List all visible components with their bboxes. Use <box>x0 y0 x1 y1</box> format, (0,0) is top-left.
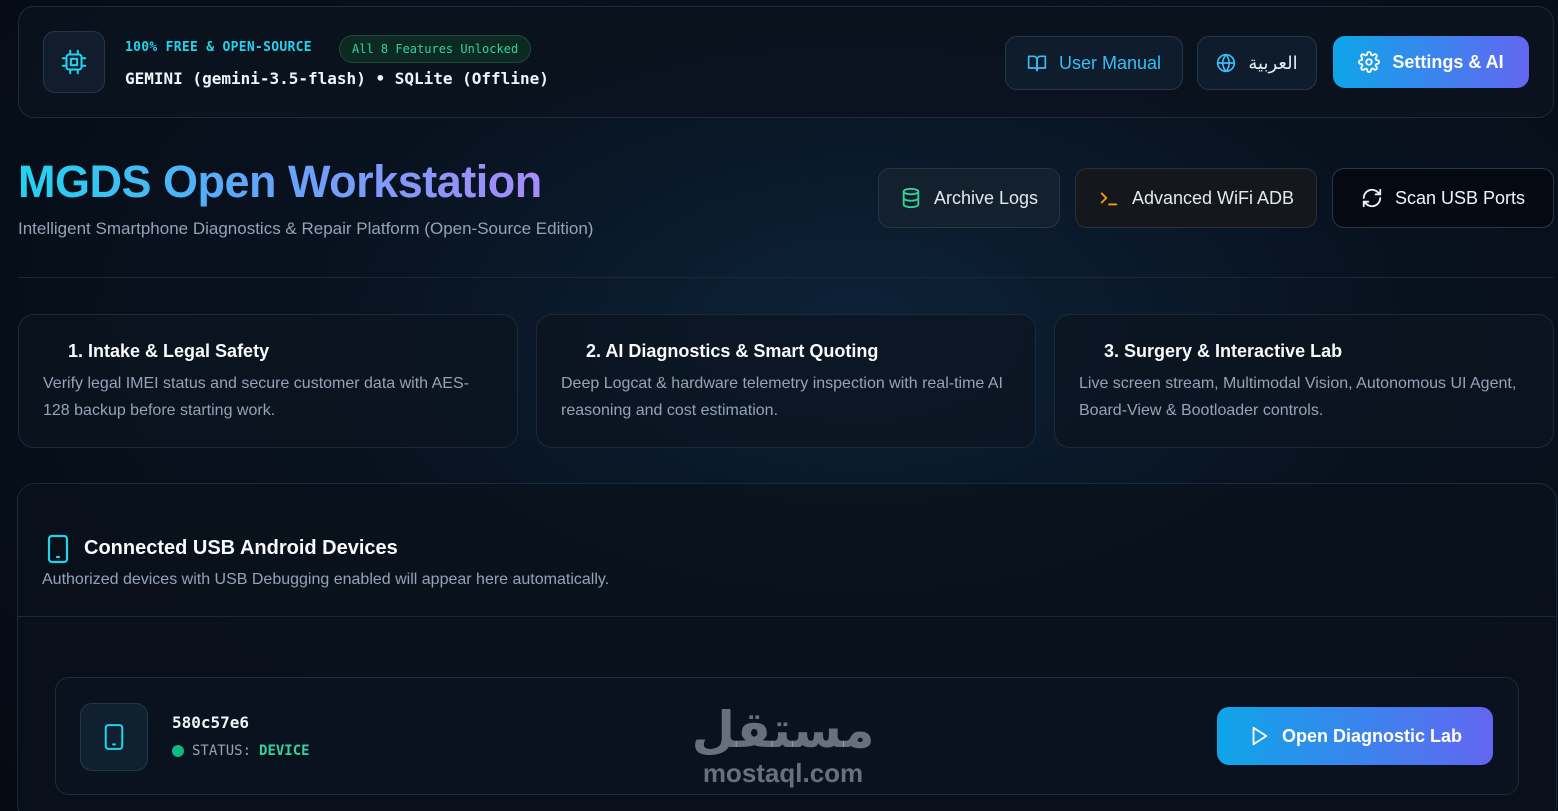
open-diagnostic-lab-button[interactable]: Open Diagnostic Lab <box>1217 707 1493 765</box>
open-source-tagline: 100% FREE & OPEN-SOURCE <box>125 40 312 55</box>
archive-logs-button[interactable]: Archive Logs <box>878 168 1060 228</box>
advanced-wifi-adb-button[interactable]: Advanced WiFi ADB <box>1075 168 1317 228</box>
devices-panel-subtitle: Authorized devices with USB Debugging en… <box>42 571 610 588</box>
devices-panel-title: Connected USB Android Devices <box>84 537 398 559</box>
device-status-label: STATUS: <box>192 743 252 759</box>
settings-ai-button[interactable]: Settings & AI <box>1333 36 1529 88</box>
panel-divider <box>18 616 1556 617</box>
database-icon <box>902 187 920 209</box>
scan-usb-ports-label: Scan USB Ports <box>1394 187 1526 208</box>
user-manual-button[interactable]: User Manual <box>1005 36 1183 90</box>
device-list-item: 580c57e6 STATUS: DEVICE Open Diagnostic … <box>55 677 1519 795</box>
step-card-title: 2. AI Diagnostics & Smart Quoting <box>586 341 879 361</box>
step-card-diagnostics: 2. AI Diagnostics & Smart Quoting Deep L… <box>536 314 1036 448</box>
scan-usb-ports-button[interactable]: Scan USB Ports <box>1332 168 1554 228</box>
advanced-wifi-adb-label: Advanced WiFi ADB <box>1131 187 1295 208</box>
archive-logs-label: Archive Logs <box>933 187 1039 208</box>
gear-icon <box>1358 51 1381 73</box>
play-icon <box>1252 726 1268 746</box>
connected-devices-panel: Connected USB Android Devices Authorized… <box>17 483 1557 811</box>
step-card-description: Deep Logcat & hardware telemetry inspect… <box>561 375 1003 419</box>
device-status: STATUS: DEVICE <box>172 743 310 759</box>
top-bar: 100% FREE & OPEN-SOURCE All 8 Features U… <box>18 6 1554 118</box>
model-database-status: GEMINI (gemini-3.5-flash) • SQLite (Offl… <box>125 69 549 88</box>
cpu-chip-icon <box>43 31 105 93</box>
step-card-description: Live screen stream, Multimodal Vision, A… <box>1079 375 1517 419</box>
user-manual-label: User Manual <box>1058 52 1162 73</box>
device-serial: 580c57e6 <box>172 713 250 732</box>
language-label: العربية <box>1248 52 1298 73</box>
open-diagnostic-lab-label: Open Diagnostic Lab <box>1281 725 1463 746</box>
step-card-title: 1. Intake & Legal Safety <box>68 341 270 361</box>
section-divider <box>18 277 1554 278</box>
globe-icon <box>1217 53 1236 73</box>
refresh-icon <box>1362 188 1382 208</box>
smartphone-icon <box>47 534 69 564</box>
terminal-icon <box>1100 192 1118 206</box>
settings-ai-label: Settings & AI <box>1392 51 1504 72</box>
book-open-icon <box>1027 55 1047 72</box>
step-card-intake: 1. Intake & Legal Safety Verify legal IM… <box>18 314 518 448</box>
status-dot-icon <box>172 745 184 757</box>
step-card-title: 3. Surgery & Interactive Lab <box>1104 341 1343 361</box>
features-unlocked-badge: All 8 Features Unlocked <box>339 35 532 63</box>
page-title: MGDS Open Workstation <box>18 156 542 207</box>
language-toggle-button[interactable]: العربية <box>1197 36 1317 90</box>
page-subtitle: Intelligent Smartphone Diagnostics & Rep… <box>18 219 594 238</box>
step-card-surgery: 3. Surgery & Interactive Lab Live screen… <box>1054 314 1554 448</box>
smartphone-icon <box>80 703 148 771</box>
device-status-value: DEVICE <box>259 743 310 759</box>
step-card-description: Verify legal IMEI status and secure cust… <box>43 375 469 419</box>
